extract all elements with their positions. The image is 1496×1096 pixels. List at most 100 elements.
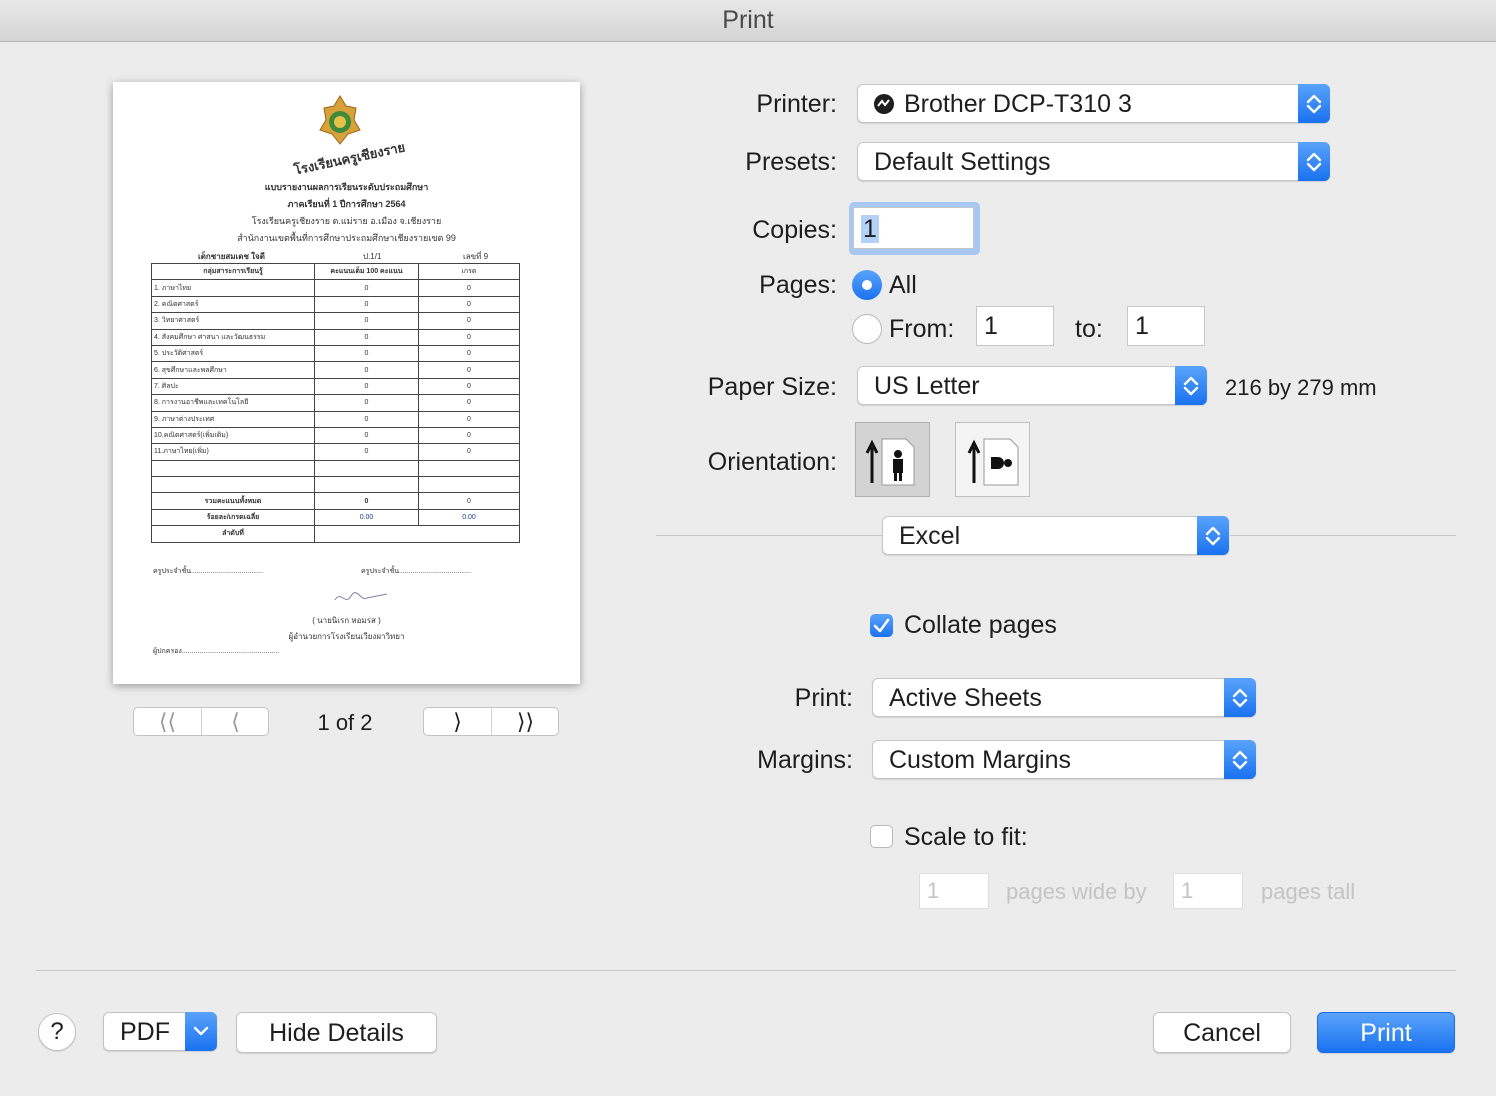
from-input[interactable]: 1	[976, 306, 1054, 346]
portrait-orientation-button[interactable]	[855, 422, 930, 497]
preview-back-nav: ⟨⟨ ⟨	[133, 707, 269, 736]
table-cell: 0	[418, 344, 520, 363]
table-cell: 0	[418, 312, 520, 330]
table-cell: 0	[418, 377, 520, 396]
table-cell: 11.ภาษาไทย(เพิ่ม)	[151, 443, 315, 461]
pages-to-label: to:	[1075, 315, 1103, 343]
table-header-row: กลุ่มสาระการเรียนรู้ คะแนนเต็ม 100 คะแนน…	[151, 262, 520, 281]
table-header: กลุ่มสาระการเรียนรู้	[151, 262, 315, 281]
table-cell	[314, 459, 419, 478]
to-input[interactable]: 1	[1127, 306, 1205, 346]
semester-line: ภาคเรียนที่ 1 ปีการศึกษา 2564	[287, 199, 406, 209]
paper-size-popup[interactable]: US Letter	[857, 366, 1207, 405]
table-cell: 0	[314, 426, 419, 445]
report-title: แบบรายงานผลการเรียนระดับประถมศึกษา	[264, 182, 429, 192]
table-cell: 0.00	[314, 508, 419, 527]
hide-details-button[interactable]: Hide Details	[236, 1012, 437, 1053]
table-cell: 0	[418, 295, 520, 314]
chevron-up-down-icon	[1298, 142, 1330, 181]
table-row: 11.ภาษาไทย(เพิ่ม) 0 0	[151, 443, 520, 461]
table-cell: 0	[418, 426, 520, 445]
signature-icon	[334, 592, 388, 601]
pages-all-label: All	[889, 271, 917, 299]
margins-popup[interactable]: Custom Margins	[872, 740, 1256, 779]
table-cell	[314, 525, 520, 543]
table-cell: 0	[314, 295, 419, 314]
table-cell	[151, 459, 315, 478]
help-button[interactable]: ?	[38, 1013, 76, 1051]
copies-label: Copies:	[752, 216, 837, 244]
printer-status-icon	[874, 94, 894, 114]
first-page-button[interactable]: ⟨⟨	[134, 708, 202, 735]
next-page-button[interactable]: ⟩	[424, 708, 492, 735]
chevron-up-down-icon	[1175, 366, 1207, 405]
table-cell	[151, 476, 315, 494]
table-cell: 0	[314, 377, 419, 396]
table-cell: รวมคะแนนทั้งหมด	[151, 492, 315, 510]
school-address: โรงเรียนครูเชียงราย ต.แม่ราย อ.เมือง จ.เ…	[251, 216, 442, 226]
chevron-up-down-icon	[1197, 516, 1229, 555]
margins-label: Margins:	[757, 746, 853, 774]
print-button[interactable]: Print	[1317, 1012, 1455, 1053]
printer-popup[interactable]: Brother DCP-T310 3	[857, 84, 1330, 123]
presets-value: Default Settings	[874, 148, 1051, 176]
chevron-up-down-icon	[1224, 678, 1256, 717]
pdf-menu-button[interactable]: PDF	[103, 1012, 217, 1051]
table-cell: 0	[314, 344, 419, 363]
print-what-popup[interactable]: Active Sheets	[872, 678, 1256, 717]
student-name: เด็กชายสมเดช ใจดี	[198, 252, 265, 261]
cancel-button[interactable]: Cancel	[1153, 1012, 1291, 1053]
table-header: เกรด	[418, 262, 520, 281]
grades-table: กลุ่มสาระการเรียนรู้ คะแนนเต็ม 100 คะแนน…	[151, 262, 520, 543]
landscape-orientation-button[interactable]	[955, 422, 1030, 497]
section-divider-right	[1230, 535, 1456, 536]
print-preview: โรงเรียนครูเชียงราย แบบรายงานผลการเรียนร…	[113, 82, 580, 684]
scale-to-fit-label: Scale to fit:	[904, 823, 1028, 851]
table-row: 9. ภาษาต่างประเทศ 0 0	[151, 410, 520, 428]
table-cell: 0	[314, 328, 419, 346]
table-cell: 0	[314, 279, 419, 297]
office-line: สำนักงานเขตพื้นที่การศึกษาประถมศึกษาเชีย…	[237, 233, 456, 243]
table-cell: 0	[314, 312, 419, 330]
student-number: เลขที่ 9	[463, 252, 489, 261]
class-label: ป.1/1	[363, 252, 382, 261]
table-cell: 0	[314, 394, 419, 412]
school-seal-logo	[319, 95, 361, 145]
printer-label: Printer:	[756, 90, 837, 118]
table-percent-row: ร้อยละ/เกรดเฉลี่ย 0.00 0.00	[151, 508, 520, 527]
copies-input[interactable]: 1	[853, 207, 974, 249]
pages-tall-input[interactable]: 1	[1173, 873, 1243, 909]
footer-divider	[36, 970, 1456, 971]
table-cell: 0	[418, 410, 520, 428]
table-cell: 0	[418, 492, 520, 510]
parent-signature: ผู้ปกครอง...............................…	[153, 648, 280, 655]
director-title: ผู้อำนวยการโรงเรียนเวียงผาวิทยา	[288, 632, 405, 641]
table-row: 2. คณิตศาสตร์ 0 0	[151, 295, 520, 314]
chevron-up-down-icon	[1298, 84, 1330, 123]
previous-page-button[interactable]: ⟨	[202, 708, 269, 735]
table-row	[151, 459, 520, 478]
last-page-button[interactable]: ⟩⟩	[492, 708, 559, 735]
table-cell: 0	[314, 492, 419, 510]
presets-label: Presets:	[745, 148, 837, 176]
app-options-value: Excel	[899, 522, 961, 550]
orientation-label: Orientation:	[707, 448, 837, 476]
pages-wide-input[interactable]: 1	[919, 873, 989, 909]
table-cell	[314, 476, 419, 494]
landscape-icon	[967, 438, 1019, 486]
table-cell: ร้อยละ/เกรดเฉลี่ย	[151, 508, 315, 527]
pages-all-radio[interactable]	[852, 270, 882, 300]
presets-popup[interactable]: Default Settings	[857, 142, 1330, 181]
scale-to-fit-checkbox[interactable]	[870, 825, 893, 848]
pages-range-radio[interactable]	[852, 314, 882, 344]
director-name: ( นายนิเรก หอมรส )	[312, 616, 381, 625]
table-cell: 4. สังคมศึกษา ศาสนา และวัฒนธรรม	[151, 328, 315, 346]
print-what-label: Print:	[794, 684, 853, 712]
section-divider-left	[656, 535, 882, 536]
teacher-signature-1: ครูประจำชั้น............................…	[153, 568, 263, 575]
table-cell	[418, 459, 520, 478]
table-cell: 6. สุขศึกษาและพลศึกษา	[151, 361, 315, 379]
collate-checkbox[interactable]	[870, 614, 893, 637]
app-options-popup[interactable]: Excel	[882, 516, 1229, 555]
table-cell: 5. ประวัติศาสตร์	[151, 344, 315, 363]
